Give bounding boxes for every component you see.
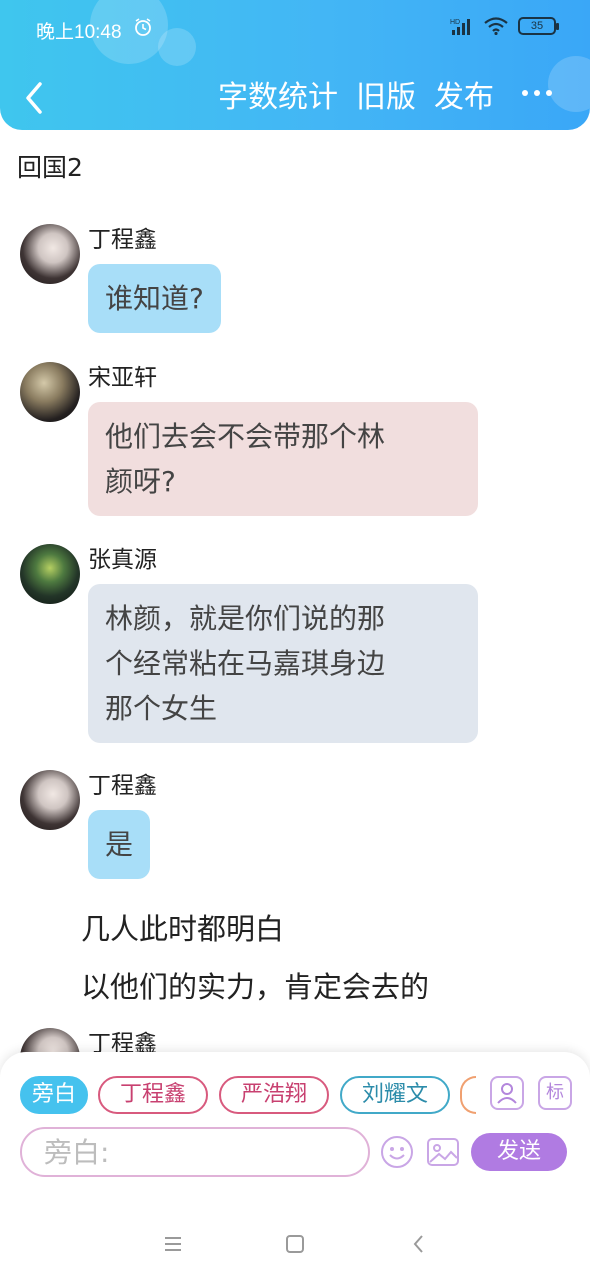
hd-signal-icon: HD <box>450 19 470 35</box>
message-line: 林颜，就是你们说的那 <box>105 602 386 635</box>
avatar[interactable] <box>20 770 80 830</box>
message-input[interactable] <box>20 1127 370 1177</box>
message-bubble[interactable]: 谁知道? <box>88 264 221 333</box>
alarm-icon <box>135 18 151 36</box>
smiley-icon[interactable] <box>380 1135 414 1169</box>
message-line: 是 <box>105 828 134 861</box>
message-bubble[interactable]: 他们去会不会带那个林 颜呀? <box>88 402 478 516</box>
image-icon[interactable] <box>426 1135 460 1169</box>
battery-icon: 35 <box>518 17 559 35</box>
status-bar: 晚上10:48 HD 35 <box>0 0 590 56</box>
message-line: 他们去会不会带那个林 <box>105 420 386 453</box>
menu-icon[interactable] <box>161 1232 185 1256</box>
message-line: 谁知道? <box>105 282 204 315</box>
status-time: 晚上10:48 <box>36 22 122 43</box>
avatar[interactable] <box>20 544 80 604</box>
old-version-button[interactable]: 旧版 <box>356 76 416 120</box>
sender-name: 张真源 <box>88 547 157 573</box>
composer-panel: 旁白 丁程鑫 严浩翔 刘耀文 标 发送 <box>0 1052 590 1210</box>
publish-button[interactable]: 发布 <box>434 76 494 120</box>
role-chip[interactable]: 刘耀文 <box>340 1076 450 1114</box>
wifi-icon <box>484 17 508 35</box>
back-triangle-icon[interactable] <box>407 1232 431 1256</box>
sender-name: 宋亚轩 <box>88 365 157 391</box>
sender-name: 丁程鑫 <box>88 773 157 799</box>
app-header: 晚上10:48 HD 35 字数统计 旧版 发布 <box>0 0 590 130</box>
svg-text:HD: HD <box>450 19 460 26</box>
word-count-button[interactable]: 字数统计 <box>218 76 338 120</box>
avatar[interactable] <box>20 362 80 422</box>
role-chip[interactable]: 严浩翔 <box>219 1076 329 1114</box>
chat-message: 宋亚轩 他们去会不会带那个林 颜呀? <box>20 362 490 522</box>
more-dots-icon[interactable] <box>520 80 554 106</box>
narration-line: 几人此时都明白 <box>81 912 285 946</box>
chat-message: 丁程鑫 谁知道? <box>20 224 490 344</box>
message-bubble[interactable]: 林颜，就是你们说的那 个经常粘在马嘉琪身边 那个女生 <box>88 584 478 743</box>
input-row: 发送 <box>20 1127 580 1179</box>
avatar[interactable] <box>20 224 80 284</box>
message-line: 那个女生 <box>105 692 218 725</box>
narration-line: 以他们的实力，肯定会去的 <box>81 970 430 1004</box>
role-chip[interactable]: 丁程鑫 <box>98 1076 208 1114</box>
send-button[interactable]: 发送 <box>471 1133 567 1171</box>
person-card-icon[interactable] <box>490 1076 524 1110</box>
role-chip-narrator[interactable]: 旁白 <box>20 1076 88 1114</box>
header-decoration <box>548 56 590 112</box>
message-bubble[interactable]: 是 <box>88 810 151 879</box>
message-line: 个经常粘在马嘉琪身边 <box>105 647 386 680</box>
message-line: 颜呀? <box>105 465 176 498</box>
header-actions: 字数统计 旧版 发布 <box>218 76 494 120</box>
back-button[interactable] <box>18 76 52 120</box>
chapter-title: 回国2 <box>17 153 83 182</box>
sender-name: 丁程鑫 <box>88 227 157 253</box>
role-chip-partial[interactable] <box>460 1076 476 1114</box>
home-square-icon[interactable] <box>283 1232 307 1256</box>
system-navigation-bar <box>0 1210 590 1280</box>
tag-button[interactable]: 标 <box>538 1076 572 1110</box>
chat-message: 丁程鑫 是 <box>20 770 490 890</box>
status-indicators: HD 35 <box>450 17 559 35</box>
chat-message: 张真源 林颜，就是你们说的那 个经常粘在马嘉琪身边 那个女生 <box>20 544 490 754</box>
role-selector: 旁白 丁程鑫 严浩翔 刘耀文 标 <box>20 1076 580 1116</box>
